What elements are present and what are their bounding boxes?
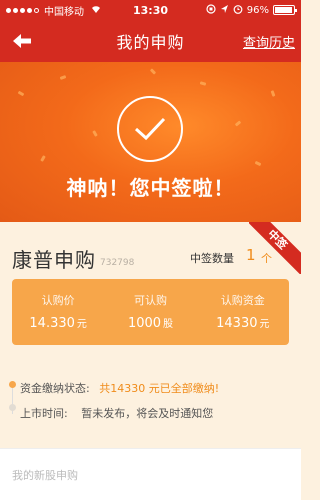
carrier-name: 中国移动 (44, 6, 84, 18)
stock-code: 732798 (100, 258, 135, 268)
wifi-icon (90, 4, 102, 17)
stat-value: 14330 (216, 316, 258, 331)
stat-funds: 认购资金 14330 元 (197, 279, 289, 345)
timeline-dot-pending-icon (9, 404, 16, 411)
battery-icon (273, 5, 297, 15)
status-timeline: 资金缴纳状态: 共14330 元已全部缴纳! 上市时间: 暂未发布，将会及时通知… (0, 360, 301, 440)
signal-strength: 中国移动 (6, 3, 102, 18)
back-arrow-icon (13, 34, 31, 48)
history-link[interactable]: 查询历史 (243, 32, 295, 51)
win-count-label: 中签数量 (190, 252, 234, 265)
stat-label: 可认购 (133, 294, 167, 307)
stat-unit: 元 (76, 319, 87, 330)
status-bar: 中国移动 13:30 96% (0, 0, 301, 20)
footer: 我的新股申购 (0, 448, 301, 500)
stat-label: 认购资金 (220, 294, 265, 307)
location-icon (220, 4, 229, 17)
success-check-icon (117, 96, 183, 162)
stat-value: 1000 (127, 316, 162, 331)
winning-ribbon: 中签 (249, 222, 301, 274)
orientation-lock-icon (206, 3, 216, 17)
stock-name: 康普申购 (12, 248, 96, 272)
stat-unit: 元 (259, 319, 270, 330)
stat-value: 14.330 (29, 316, 75, 331)
status-time: 13:30 (132, 3, 169, 17)
alarm-icon (233, 4, 243, 17)
win-count-unit: 个 (261, 252, 272, 265)
success-banner: 神呐！您中签啦！ (0, 62, 301, 222)
listing-time-row: 上市时间: 暂未发布，将会及时通知您 (20, 405, 213, 421)
success-message: 神呐！您中签啦！ (66, 176, 235, 200)
back-button[interactable] (8, 28, 36, 54)
stat-price: 认购价 14.330 元 (12, 279, 104, 345)
signal-dots-icon (6, 7, 39, 13)
fund-status-label: 资金缴纳状态: (20, 382, 90, 395)
my-ipo-subscriptions-link[interactable]: 我的新股申购 (12, 467, 78, 483)
subscription-stats-panel: 认购价 14.330 元 可认购 1000 股 认购资金 14330 元 (12, 279, 289, 345)
fund-status-row: 资金缴纳状态: 共14330 元已全部缴纳! (20, 380, 219, 396)
win-count-value: 1 (246, 246, 256, 264)
page-title: 我的申购 (116, 33, 185, 52)
stat-label: 认购价 (41, 294, 75, 307)
stat-unit: 股 (163, 319, 174, 330)
stat-quantity: 可认购 1000 股 (104, 279, 196, 345)
fund-status-value: 共14330 元已全部缴纳! (99, 382, 220, 395)
listing-time-label: 上市时间: (20, 407, 68, 420)
battery-percent: 96% (246, 4, 269, 16)
nav-bar: 我的申购 查询历史 (0, 20, 301, 62)
stock-card: 中签 康普申购 732798 中签数量 1 个 认购价 14.330 元 可认购 … (0, 222, 301, 352)
timeline-dot-active-icon (9, 381, 16, 388)
listing-time-value: 暂未发布，将会及时通知您 (81, 407, 214, 420)
